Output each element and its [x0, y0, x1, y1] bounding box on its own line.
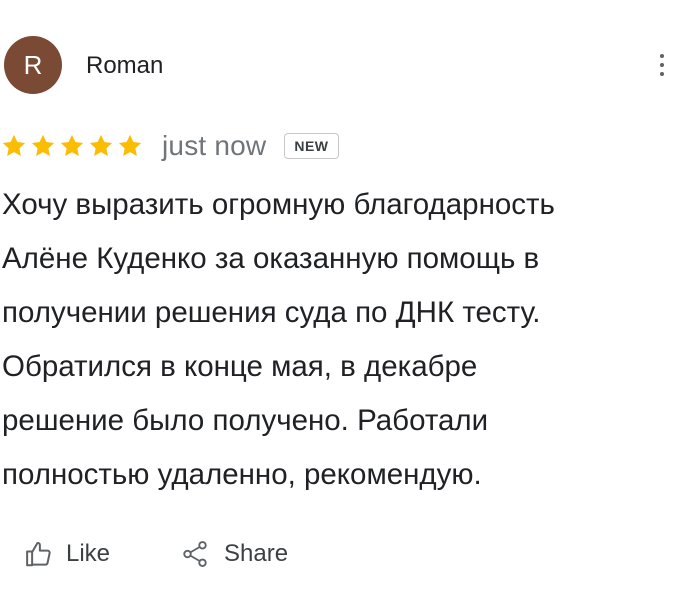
more-vert-icon-dot	[660, 72, 664, 76]
thumb-up-icon	[26, 542, 51, 567]
review-header: R Roman	[0, 36, 700, 96]
review-actions: Like Share	[0, 532, 288, 576]
like-button[interactable]: Like	[24, 539, 110, 569]
author-name[interactable]: Roman	[86, 52, 163, 80]
review-text: Хочу выразить огромную благодарность Алё…	[2, 188, 555, 491]
star-icon	[2, 134, 26, 157]
avatar[interactable]: R	[4, 36, 62, 94]
star-icon	[89, 134, 113, 157]
more-vert-icon	[660, 54, 664, 58]
star-rating	[0, 132, 144, 160]
share-button[interactable]: Share	[180, 539, 288, 569]
new-badge: NEW	[284, 133, 339, 159]
share-label: Share	[224, 540, 289, 567]
more-vert-icon-dot	[660, 63, 664, 67]
review-time: just now	[162, 130, 267, 161]
like-label: Like	[66, 540, 111, 567]
star-icon	[118, 134, 142, 157]
star-icon	[31, 134, 55, 157]
review-meta: just now NEW	[0, 126, 339, 166]
avatar-initial: R	[23, 49, 43, 80]
review-card: R Roman just now NEW Хочу выразить огром…	[0, 0, 700, 600]
star-icon	[60, 134, 84, 157]
more-options-button[interactable]	[650, 42, 674, 88]
share-icon	[183, 541, 207, 567]
